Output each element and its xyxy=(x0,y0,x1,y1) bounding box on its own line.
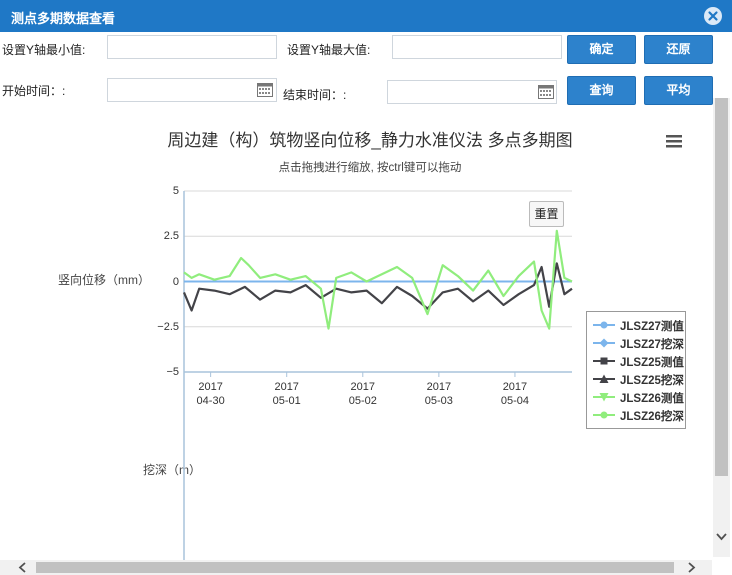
legend-item[interactable]: JLSZ26挖深 xyxy=(593,407,685,423)
chart-plot-area[interactable] xyxy=(0,0,732,575)
legend-symbol xyxy=(593,393,615,402)
legend-label: JLSZ26测值 xyxy=(620,393,684,405)
chart-legend: JLSZ27测值 JLSZ27挖深 JLSZ25测值 JLSZ25挖深 JLSZ… xyxy=(586,311,686,429)
legend-label: JLSZ27挖深 xyxy=(620,339,684,351)
series-line xyxy=(183,229,573,330)
legend-label: JLSZ27测值 xyxy=(620,321,684,333)
vertical-scroll-thumb[interactable] xyxy=(715,98,728,476)
horizontal-scrollbar[interactable] xyxy=(0,560,712,575)
legend-symbol xyxy=(593,338,615,348)
chevron-right-icon[interactable] xyxy=(686,562,696,573)
chevron-left-icon[interactable] xyxy=(18,562,28,573)
legend-label: JLSZ26挖深 xyxy=(620,411,684,423)
chevron-down-icon[interactable] xyxy=(716,531,727,543)
reset-zoom-button[interactable]: 重置 xyxy=(529,201,564,227)
legend-item[interactable]: JLSZ27测值 xyxy=(593,317,685,333)
legend-item[interactable]: JLSZ26测值 xyxy=(593,389,685,405)
legend-symbol xyxy=(593,374,615,383)
vertical-scrollbar[interactable] xyxy=(713,98,730,557)
legend-label: JLSZ25测值 xyxy=(620,357,684,369)
legend-item[interactable]: JLSZ27挖深 xyxy=(593,335,685,351)
legend-item[interactable]: JLSZ25挖深 xyxy=(593,371,685,387)
legend-symbol xyxy=(593,411,615,419)
legend-label: JLSZ25挖深 xyxy=(620,375,684,387)
legend-symbol xyxy=(593,321,615,329)
horizontal-scroll-thumb[interactable] xyxy=(36,562,674,573)
legend-item[interactable]: JLSZ25测值 xyxy=(593,353,685,369)
legend-symbol xyxy=(593,357,615,365)
series-line xyxy=(182,262,573,312)
